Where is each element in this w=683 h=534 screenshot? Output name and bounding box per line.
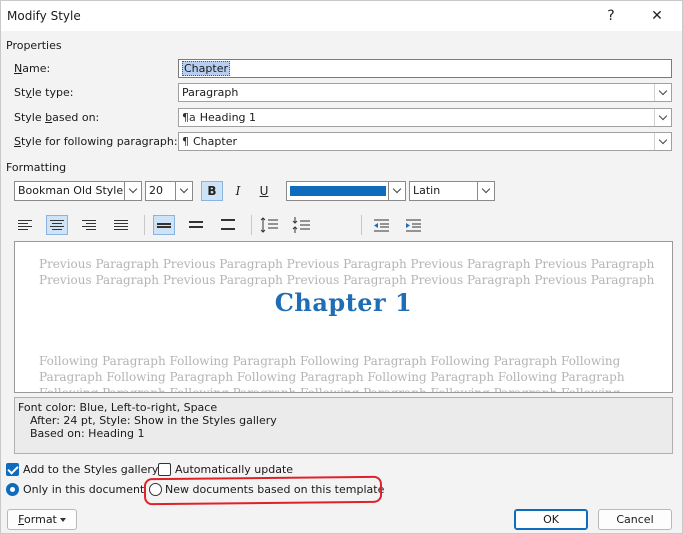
style-type-dropdown[interactable]: Paragraph xyxy=(178,83,672,102)
script-value: Latin xyxy=(413,184,441,197)
chevron-down-icon[interactable] xyxy=(654,133,671,150)
chevron-down-icon[interactable] xyxy=(175,182,192,200)
style-type-label: Style type: xyxy=(14,86,73,99)
following-paragraph-text: Following Paragraph Following Paragraph … xyxy=(39,386,621,393)
decrease-paragraph-spacing-icon[interactable] xyxy=(291,215,313,235)
following-paragraph-label: Style for following paragraph: xyxy=(14,135,178,148)
previous-paragraph-text: Previous Paragraph Previous Paragraph Pr… xyxy=(39,257,655,271)
following-paragraph-dropdown[interactable]: ¶ Chapter xyxy=(178,132,672,151)
based-on-value: Heading 1 xyxy=(199,111,257,124)
description-line: Based on: Heading 1 xyxy=(30,427,145,440)
cancel-button[interactable]: Cancel xyxy=(598,509,672,530)
chevron-down-icon[interactable] xyxy=(654,109,671,126)
format-menu-button[interactable]: Format xyxy=(7,509,77,530)
double-spacing-icon[interactable] xyxy=(217,215,239,235)
one-half-spacing-icon[interactable] xyxy=(185,215,207,235)
close-button[interactable]: ✕ xyxy=(642,5,672,27)
font-name-value: Bookman Old Style xyxy=(18,184,124,197)
italic-button[interactable]: I xyxy=(227,181,249,201)
only-this-document-label[interactable]: Only in this document xyxy=(23,483,144,496)
style-preview-pane: Previous Paragraph Previous Paragraph Pr… xyxy=(14,241,673,393)
font-color-swatch xyxy=(290,186,386,196)
based-on-label: Style based on: xyxy=(14,111,99,124)
auto-update-label[interactable]: Automatically update xyxy=(175,463,293,476)
justify-icon[interactable] xyxy=(110,215,132,235)
following-label-accel: S xyxy=(14,135,21,148)
following-paragraph-text: Paragraph Following Paragraph Following … xyxy=(39,370,625,384)
font-size-combo[interactable]: 20 xyxy=(145,181,193,201)
name-label: Name: xyxy=(14,62,50,75)
based-on-label-pre: Style xyxy=(14,111,46,124)
following-paragraph-value: Chapter xyxy=(193,135,237,148)
toolbar-separator xyxy=(251,215,252,235)
font-name-combo[interactable]: Bookman Old Style xyxy=(14,181,142,201)
description-line: Font color: Blue, Left-to-right, Space xyxy=(18,401,218,414)
name-value: Chapter xyxy=(182,61,230,76)
dialog-title: Modify Style xyxy=(7,9,81,23)
name-input[interactable]: Chapter xyxy=(178,59,672,78)
description-line: After: 24 pt, Style: Show in the Styles … xyxy=(30,414,277,427)
style-type-label-post: le type: xyxy=(31,86,74,99)
based-on-dropdown[interactable]: ¶a Heading 1 xyxy=(178,108,672,127)
paragraph-style-icon: ¶ xyxy=(182,135,189,148)
help-button[interactable]: ? xyxy=(596,5,626,27)
following-label-post: tyle for following paragraph: xyxy=(20,135,178,148)
based-on-label-post: ased on: xyxy=(52,111,100,124)
add-to-gallery-checkbox[interactable] xyxy=(6,463,19,476)
properties-group-label: Properties xyxy=(6,39,62,52)
format-button-label: ormat xyxy=(24,513,57,526)
auto-update-checkbox[interactable] xyxy=(158,463,171,476)
toolbar-separator xyxy=(361,215,362,235)
underline-button[interactable]: U xyxy=(253,181,275,201)
following-paragraph-text: Following Paragraph Following Paragraph … xyxy=(39,354,621,368)
name-label-post: ame: xyxy=(22,62,51,75)
decrease-indent-icon[interactable] xyxy=(370,215,392,235)
font-size-value: 20 xyxy=(149,184,163,197)
align-center-icon[interactable] xyxy=(46,215,68,235)
red-highlight-annotation xyxy=(143,475,383,506)
chevron-down-icon[interactable] xyxy=(388,182,405,200)
single-spacing-icon[interactable] xyxy=(153,215,175,235)
increase-indent-icon[interactable] xyxy=(402,215,424,235)
bold-button[interactable]: B xyxy=(201,181,223,201)
linked-style-icon: ¶a xyxy=(182,111,196,124)
align-left-icon[interactable] xyxy=(14,215,36,235)
style-description: Font color: Blue, Left-to-right, Space A… xyxy=(14,397,673,454)
modify-style-dialog: Modify Style ? ✕ Properties Name: Chapte… xyxy=(0,0,683,534)
ok-button[interactable]: OK xyxy=(514,509,588,530)
name-label-accel: N xyxy=(14,62,23,75)
title-bar: Modify Style ? ✕ xyxy=(1,1,682,31)
add-to-gallery-label[interactable]: Add to the Styles gallery xyxy=(23,463,158,476)
chevron-down-icon[interactable] xyxy=(654,84,671,101)
chevron-down-icon[interactable] xyxy=(124,182,141,200)
align-right-icon[interactable] xyxy=(78,215,100,235)
toolbar-separator xyxy=(144,215,145,235)
chevron-down-icon[interactable] xyxy=(477,182,494,200)
font-color-picker[interactable] xyxy=(286,181,406,201)
previous-paragraph-text: Previous Paragraph Previous Paragraph Pr… xyxy=(39,273,655,287)
caret-down-icon xyxy=(59,518,66,522)
preview-sample-text: Chapter 1 xyxy=(274,288,413,317)
style-type-label-pre: St xyxy=(14,86,26,99)
only-this-document-radio[interactable] xyxy=(6,483,19,496)
style-type-value: Paragraph xyxy=(182,86,239,99)
formatting-group-label: Formatting xyxy=(6,161,67,174)
increase-paragraph-spacing-icon[interactable] xyxy=(259,215,281,235)
script-combo[interactable]: Latin xyxy=(409,181,495,201)
